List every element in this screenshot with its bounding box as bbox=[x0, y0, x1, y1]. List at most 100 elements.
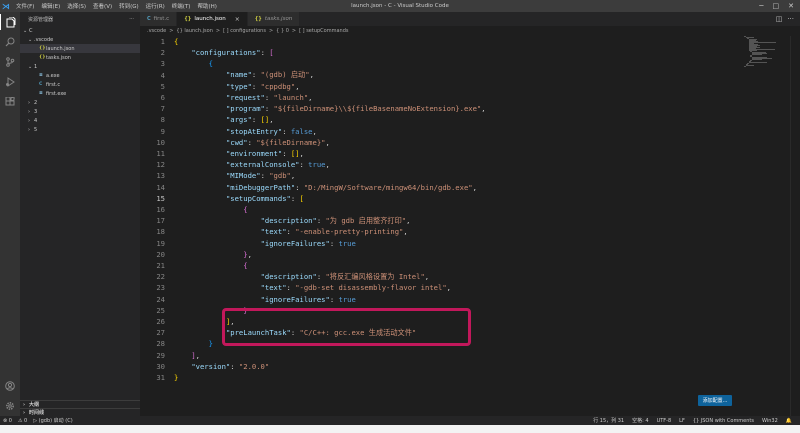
close-window-button[interactable]: ✕ bbox=[788, 2, 794, 10]
code-line[interactable]: 6 "request": "launch", bbox=[140, 92, 740, 103]
code-line[interactable]: 7 "program": "${fileDirname}\\${fileBase… bbox=[140, 103, 740, 114]
notifications-bell-icon[interactable]: 🔔 bbox=[786, 418, 792, 424]
code-editor[interactable]: 1{2 "configurations": [3 {4 "name": "(gd… bbox=[140, 36, 744, 416]
code-line[interactable]: 11 "environment": [], bbox=[140, 148, 740, 159]
add-configuration-button[interactable]: 添加配置... bbox=[698, 395, 732, 406]
code-line[interactable]: 21 { bbox=[140, 260, 740, 271]
vertical-scrollbar[interactable] bbox=[790, 36, 798, 416]
code-line[interactable]: 10 "cwd": "${fileDirname}", bbox=[140, 137, 740, 148]
code-line[interactable]: 16 { bbox=[140, 204, 740, 215]
tree-item[interactable]: Cfirst.c bbox=[20, 80, 140, 89]
source-control-icon[interactable] bbox=[0, 54, 20, 70]
menu-run[interactable]: 运行(R) bbox=[146, 2, 165, 10]
tree-item[interactable]: ⌄ C bbox=[20, 26, 140, 35]
code-line[interactable]: 23 "text": "-gdb-set disassembly-flavor … bbox=[140, 282, 740, 293]
code-line[interactable]: 9 "stopAtEntry": false, bbox=[140, 126, 740, 137]
encoding-status[interactable]: UTF-8 bbox=[657, 418, 672, 424]
indentation-status[interactable]: 空格: 4 bbox=[632, 417, 648, 424]
breadcrumb-item[interactable]: [ ] setupCommands bbox=[299, 28, 348, 34]
code-line[interactable]: 19 "ignoreFailures": true bbox=[140, 238, 740, 249]
outline-section[interactable]: › 大纲 bbox=[20, 400, 140, 408]
timeline-section[interactable]: › 时间线 bbox=[20, 408, 140, 416]
code-line[interactable]: 13 "MIMode": "gdb", bbox=[140, 170, 740, 181]
line-number: 13 bbox=[156, 171, 165, 181]
code-text: ], bbox=[225, 317, 235, 327]
run-debug-icon[interactable] bbox=[0, 74, 20, 90]
tab-launch-json[interactable]: {} launch.json × bbox=[177, 12, 248, 26]
menu-terminal[interactable]: 终端(T) bbox=[172, 2, 191, 10]
code-line[interactable]: 2 "configurations": [ bbox=[140, 47, 740, 58]
tab-first-c[interactable]: C first.c bbox=[140, 12, 178, 26]
code-line[interactable]: 22 "description": "将反汇编风格设置为 Intel", bbox=[140, 271, 740, 282]
code-text: "request": "launch", bbox=[225, 93, 313, 103]
tree-item[interactable]: ⌄ .vscode bbox=[20, 35, 140, 44]
code-text: "text": "-gdb-set disassembly-flavor int… bbox=[260, 283, 451, 293]
code-line[interactable]: 8 "args": [], bbox=[140, 114, 740, 125]
code-line[interactable]: 4 "name": "(gdb) 启动", bbox=[140, 70, 740, 81]
tree-item[interactable]: › 2 bbox=[20, 98, 140, 107]
more-actions-icon[interactable]: ··· bbox=[787, 15, 794, 23]
platform-status[interactable]: Win32 bbox=[762, 418, 778, 424]
maximize-button[interactable]: □ bbox=[773, 2, 780, 10]
code-line[interactable]: 17 "description": "为 gdb 启用整齐打印", bbox=[140, 215, 740, 226]
code-line[interactable]: 14 "miDebuggerPath": "D:/MingW/Software/… bbox=[140, 182, 740, 193]
menu-help[interactable]: 帮助(H) bbox=[197, 2, 216, 10]
warnings-status[interactable]: ⚠ 0 bbox=[18, 418, 27, 424]
code-line[interactable]: 31} bbox=[140, 372, 740, 383]
tree-item[interactable]: ⌄ 1 bbox=[20, 62, 140, 71]
code-line[interactable]: 3 { bbox=[140, 58, 740, 69]
tree-item[interactable]: › 3 bbox=[20, 107, 140, 116]
breadcrumb-item[interactable]: .vscode bbox=[147, 28, 166, 34]
errors-status[interactable]: ⊗ 0 bbox=[3, 418, 12, 424]
split-editor-icon[interactable]: ◫ bbox=[776, 15, 783, 23]
line-number: 16 bbox=[156, 205, 165, 215]
code-line[interactable]: 27 "preLaunchTask": "C/C++: gcc.exe 生成活动… bbox=[140, 327, 740, 338]
settings-gear-icon[interactable] bbox=[0, 398, 20, 414]
debug-config-status[interactable]: ▷ (gdb) 启动 (C) bbox=[33, 417, 72, 424]
eol-status[interactable]: LF bbox=[679, 418, 685, 424]
tree-item-label: 4 bbox=[34, 117, 38, 124]
breadcrumb-item[interactable]: {} launch.json bbox=[176, 28, 212, 34]
search-icon[interactable] bbox=[0, 34, 20, 50]
close-tab-icon[interactable]: × bbox=[235, 16, 240, 23]
account-icon[interactable] bbox=[0, 378, 20, 394]
breadcrumb-item[interactable]: [ ] configurations bbox=[223, 28, 266, 34]
menu-edit[interactable]: 编辑(E) bbox=[41, 2, 60, 10]
minimap-line bbox=[745, 65, 754, 66]
tree-item[interactable]: › 4 bbox=[20, 116, 140, 125]
line-number: 30 bbox=[156, 361, 165, 371]
code-text: "type": "cppdbg", bbox=[225, 81, 300, 91]
menu-file[interactable]: 文件(F) bbox=[16, 2, 34, 10]
code-line[interactable]: 30 "version": "2.0.0" bbox=[140, 361, 740, 372]
tree-item[interactable]: ≡ first.exe bbox=[20, 89, 140, 98]
tree-item[interactable]: {} launch.json bbox=[20, 44, 140, 53]
menu-go[interactable]: 转到(G) bbox=[119, 2, 139, 10]
code-line[interactable]: 18 "text": "-enable-pretty-printing", bbox=[140, 226, 740, 237]
breadcrumb-item[interactable]: { } 0 bbox=[276, 28, 289, 34]
code-line[interactable]: 26 ], bbox=[140, 316, 740, 327]
explorer-icon[interactable] bbox=[0, 14, 20, 30]
code-line[interactable]: 20 }, bbox=[140, 249, 740, 260]
tree-item[interactable]: {} tasks.json bbox=[20, 53, 140, 62]
code-line[interactable]: 25 } bbox=[140, 305, 740, 316]
line-number: 15 bbox=[156, 193, 165, 203]
code-line[interactable]: 12 "externalConsole": true, bbox=[140, 159, 740, 170]
code-line[interactable]: 28 } bbox=[140, 338, 740, 349]
language-mode-status[interactable]: {} JSON with Comments bbox=[693, 418, 754, 424]
code-line[interactable]: 15 "setupCommands": [ bbox=[140, 193, 740, 204]
menu-selection[interactable]: 选择(S) bbox=[67, 2, 86, 10]
menu-view[interactable]: 查看(V) bbox=[93, 2, 112, 10]
more-actions-icon[interactable]: ··· bbox=[129, 16, 134, 22]
tree-item[interactable]: ≡ a.exe bbox=[20, 71, 140, 80]
tree-item[interactable]: › 5 bbox=[20, 125, 140, 134]
minimap[interactable] bbox=[744, 36, 788, 67]
minimap-line bbox=[744, 66, 746, 67]
code-line[interactable]: 1{ bbox=[140, 36, 740, 47]
minimize-button[interactable]: ─ bbox=[759, 2, 763, 10]
extensions-icon[interactable] bbox=[0, 94, 20, 110]
code-line[interactable]: 5 "type": "cppdbg", bbox=[140, 81, 740, 92]
cursor-position-status[interactable]: 行 15，列 31 bbox=[593, 417, 624, 424]
code-line[interactable]: 29 ], bbox=[140, 350, 740, 361]
code-line[interactable]: 24 "ignoreFailures": true bbox=[140, 294, 740, 305]
tab-tasks-json[interactable]: {} tasks.json bbox=[247, 12, 301, 26]
